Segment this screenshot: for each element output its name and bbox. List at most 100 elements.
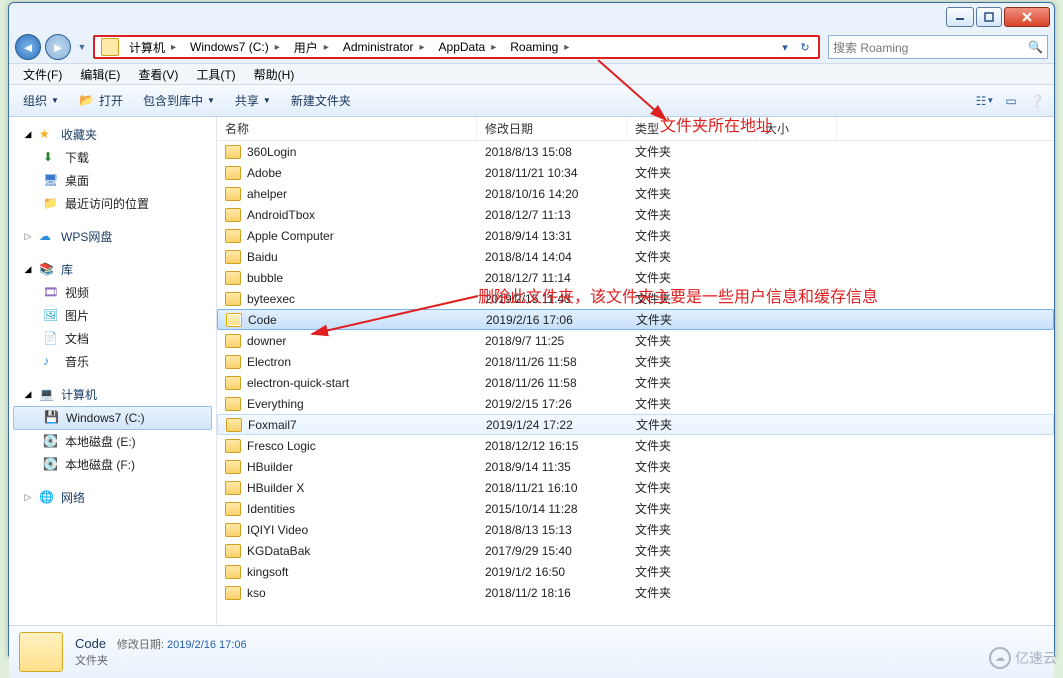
main-area: ◢★收藏夹 ⬇下载 🖥桌面 📁最近访问的位置 ▷☁WPS网盘 ◢📚库 🎞视频 🖼…: [9, 117, 1054, 625]
crumb[interactable]: 用户: [288, 37, 337, 57]
file-date: 2017/9/29 15:40: [477, 540, 627, 561]
folder-icon: [225, 565, 241, 579]
libraries-music[interactable]: ♪音乐: [9, 350, 216, 373]
close-button[interactable]: [1004, 7, 1050, 27]
file-name: Foxmail7: [248, 418, 297, 432]
file-row[interactable]: downer2018/9/7 11:25文件夹: [217, 330, 1054, 351]
crumb[interactable]: Administrator: [337, 37, 433, 57]
menu-edit[interactable]: 编辑(E): [72, 64, 128, 85]
back-button[interactable]: ◄: [15, 34, 41, 60]
view-mode-button[interactable]: ☷ ▼: [976, 92, 994, 110]
folder-icon: [225, 187, 241, 201]
library-button[interactable]: 包含到库中▼: [137, 89, 221, 112]
file-row[interactable]: HBuilder X2018/11/21 16:10文件夹: [217, 477, 1054, 498]
refresh-icon[interactable]: ↻: [796, 38, 814, 56]
file-date: 2018/12/7 11:13: [477, 204, 627, 225]
file-row[interactable]: Fresco Logic2018/12/12 16:15文件夹: [217, 435, 1054, 456]
file-type: 文件夹: [627, 351, 757, 372]
favorites-downloads[interactable]: ⬇下载: [9, 146, 216, 169]
file-name: AndroidTbox: [247, 208, 315, 222]
preview-pane-button[interactable]: ▭: [1002, 92, 1020, 110]
folder-icon: [225, 523, 241, 537]
folder-icon: [225, 271, 241, 285]
favorites-desktop[interactable]: 🖥桌面: [9, 169, 216, 192]
col-type[interactable]: 类型: [627, 117, 757, 140]
newfolder-button[interactable]: 新建文件夹: [285, 89, 357, 112]
file-row[interactable]: byteexec2019/2/15 11:43文件夹: [217, 288, 1054, 309]
address-bar[interactable]: 计算机 Windows7 (C:) 用户 Administrator AppDa…: [93, 35, 820, 59]
sidebar: ◢★收藏夹 ⬇下载 🖥桌面 📁最近访问的位置 ▷☁WPS网盘 ◢📚库 🎞视频 🖼…: [9, 117, 217, 625]
libraries-header[interactable]: ◢📚库: [9, 258, 216, 281]
menu-view[interactable]: 查看(V): [130, 64, 186, 85]
help-icon[interactable]: ❔: [1028, 92, 1046, 110]
crumb[interactable]: AppData: [433, 37, 505, 57]
file-row[interactable]: Code2019/2/16 17:06文件夹: [217, 309, 1054, 330]
file-date: 2018/8/14 14:04: [477, 246, 627, 267]
folder-icon: [225, 481, 241, 495]
folder-icon: [225, 439, 241, 453]
file-row[interactable]: HBuilder2018/9/14 11:35文件夹: [217, 456, 1054, 477]
wps-header[interactable]: ▷☁WPS网盘: [9, 225, 216, 248]
network-header[interactable]: ▷🌐网络: [9, 486, 216, 509]
file-row[interactable]: KGDataBak2017/9/29 15:40文件夹: [217, 540, 1054, 561]
folder-icon: [226, 418, 242, 432]
file-row[interactable]: Everything2019/2/15 17:26文件夹: [217, 393, 1054, 414]
col-date[interactable]: 修改日期: [477, 117, 627, 140]
file-size: [757, 225, 837, 246]
file-name: downer: [247, 334, 286, 348]
file-size: [757, 141, 837, 162]
favorites-recent[interactable]: 📁最近访问的位置: [9, 192, 216, 215]
drive-e[interactable]: 💽本地磁盘 (E:): [9, 430, 216, 453]
libraries-video[interactable]: 🎞视频: [9, 281, 216, 304]
libraries-docs[interactable]: 📄文档: [9, 327, 216, 350]
crumb[interactable]: 计算机: [123, 37, 184, 57]
file-type: 文件夹: [627, 393, 757, 414]
file-row[interactable]: Foxmail72019/1/24 17:22文件夹: [217, 414, 1054, 435]
file-row[interactable]: AndroidTbox2018/12/7 11:13文件夹: [217, 204, 1054, 225]
open-button[interactable]: 📂打开: [73, 89, 129, 112]
file-row[interactable]: Baidu2018/8/14 14:04文件夹: [217, 246, 1054, 267]
file-date: 2018/9/7 11:25: [477, 330, 627, 351]
minimize-button[interactable]: [946, 7, 974, 27]
crumb[interactable]: Roaming: [504, 37, 577, 57]
file-size: [757, 477, 837, 498]
col-name[interactable]: 名称: [217, 117, 477, 140]
file-row[interactable]: 360Login2018/8/13 15:08文件夹: [217, 141, 1054, 162]
favorites-header[interactable]: ◢★收藏夹: [9, 123, 216, 146]
folder-icon: [225, 376, 241, 390]
organize-button[interactable]: 组织▼: [17, 89, 65, 112]
menu-help[interactable]: 帮助(H): [246, 64, 303, 85]
file-row[interactable]: Identities2015/10/14 11:28文件夹: [217, 498, 1054, 519]
history-dropdown[interactable]: ▼: [75, 36, 89, 58]
share-button[interactable]: 共享▼: [229, 89, 277, 112]
file-row[interactable]: Electron2018/11/26 11:58文件夹: [217, 351, 1054, 372]
crumb[interactable]: Windows7 (C:): [184, 37, 288, 57]
file-row[interactable]: ahelper2018/10/16 14:20文件夹: [217, 183, 1054, 204]
folder-icon: [225, 334, 241, 348]
libraries-pictures[interactable]: 🖼图片: [9, 304, 216, 327]
file-name: HBuilder X: [247, 481, 304, 495]
file-row[interactable]: kso2018/11/2 18:16文件夹: [217, 582, 1054, 603]
folder-icon: [225, 502, 241, 516]
file-size: [757, 183, 837, 204]
file-row[interactable]: kingsoft2019/1/2 16:50文件夹: [217, 561, 1054, 582]
file-date: 2018/11/26 11:58: [477, 372, 627, 393]
computer-header[interactable]: ◢💻计算机: [9, 383, 216, 406]
search-input[interactable]: 搜索 Roaming 🔍: [828, 35, 1048, 59]
folder-icon: [19, 632, 63, 672]
menu-tools[interactable]: 工具(T): [188, 64, 243, 85]
forward-button[interactable]: ►: [45, 34, 71, 60]
file-row[interactable]: Adobe2018/11/21 10:34文件夹: [217, 162, 1054, 183]
address-dropdown-icon[interactable]: ▾: [776, 38, 794, 56]
file-date: 2019/2/15 17:26: [477, 393, 627, 414]
col-size[interactable]: 大小: [757, 117, 837, 140]
file-row[interactable]: bubble2018/12/7 11:14文件夹: [217, 267, 1054, 288]
file-type: 文件夹: [627, 582, 757, 603]
file-row[interactable]: IQIYI Video2018/8/13 15:13文件夹: [217, 519, 1054, 540]
drive-c[interactable]: 💾Windows7 (C:): [13, 406, 212, 430]
maximize-button[interactable]: [976, 7, 1002, 27]
file-row[interactable]: electron-quick-start2018/11/26 11:58文件夹: [217, 372, 1054, 393]
menu-file[interactable]: 文件(F): [15, 64, 70, 85]
file-row[interactable]: Apple Computer2018/9/14 13:31文件夹: [217, 225, 1054, 246]
drive-f[interactable]: 💽本地磁盘 (F:): [9, 453, 216, 476]
